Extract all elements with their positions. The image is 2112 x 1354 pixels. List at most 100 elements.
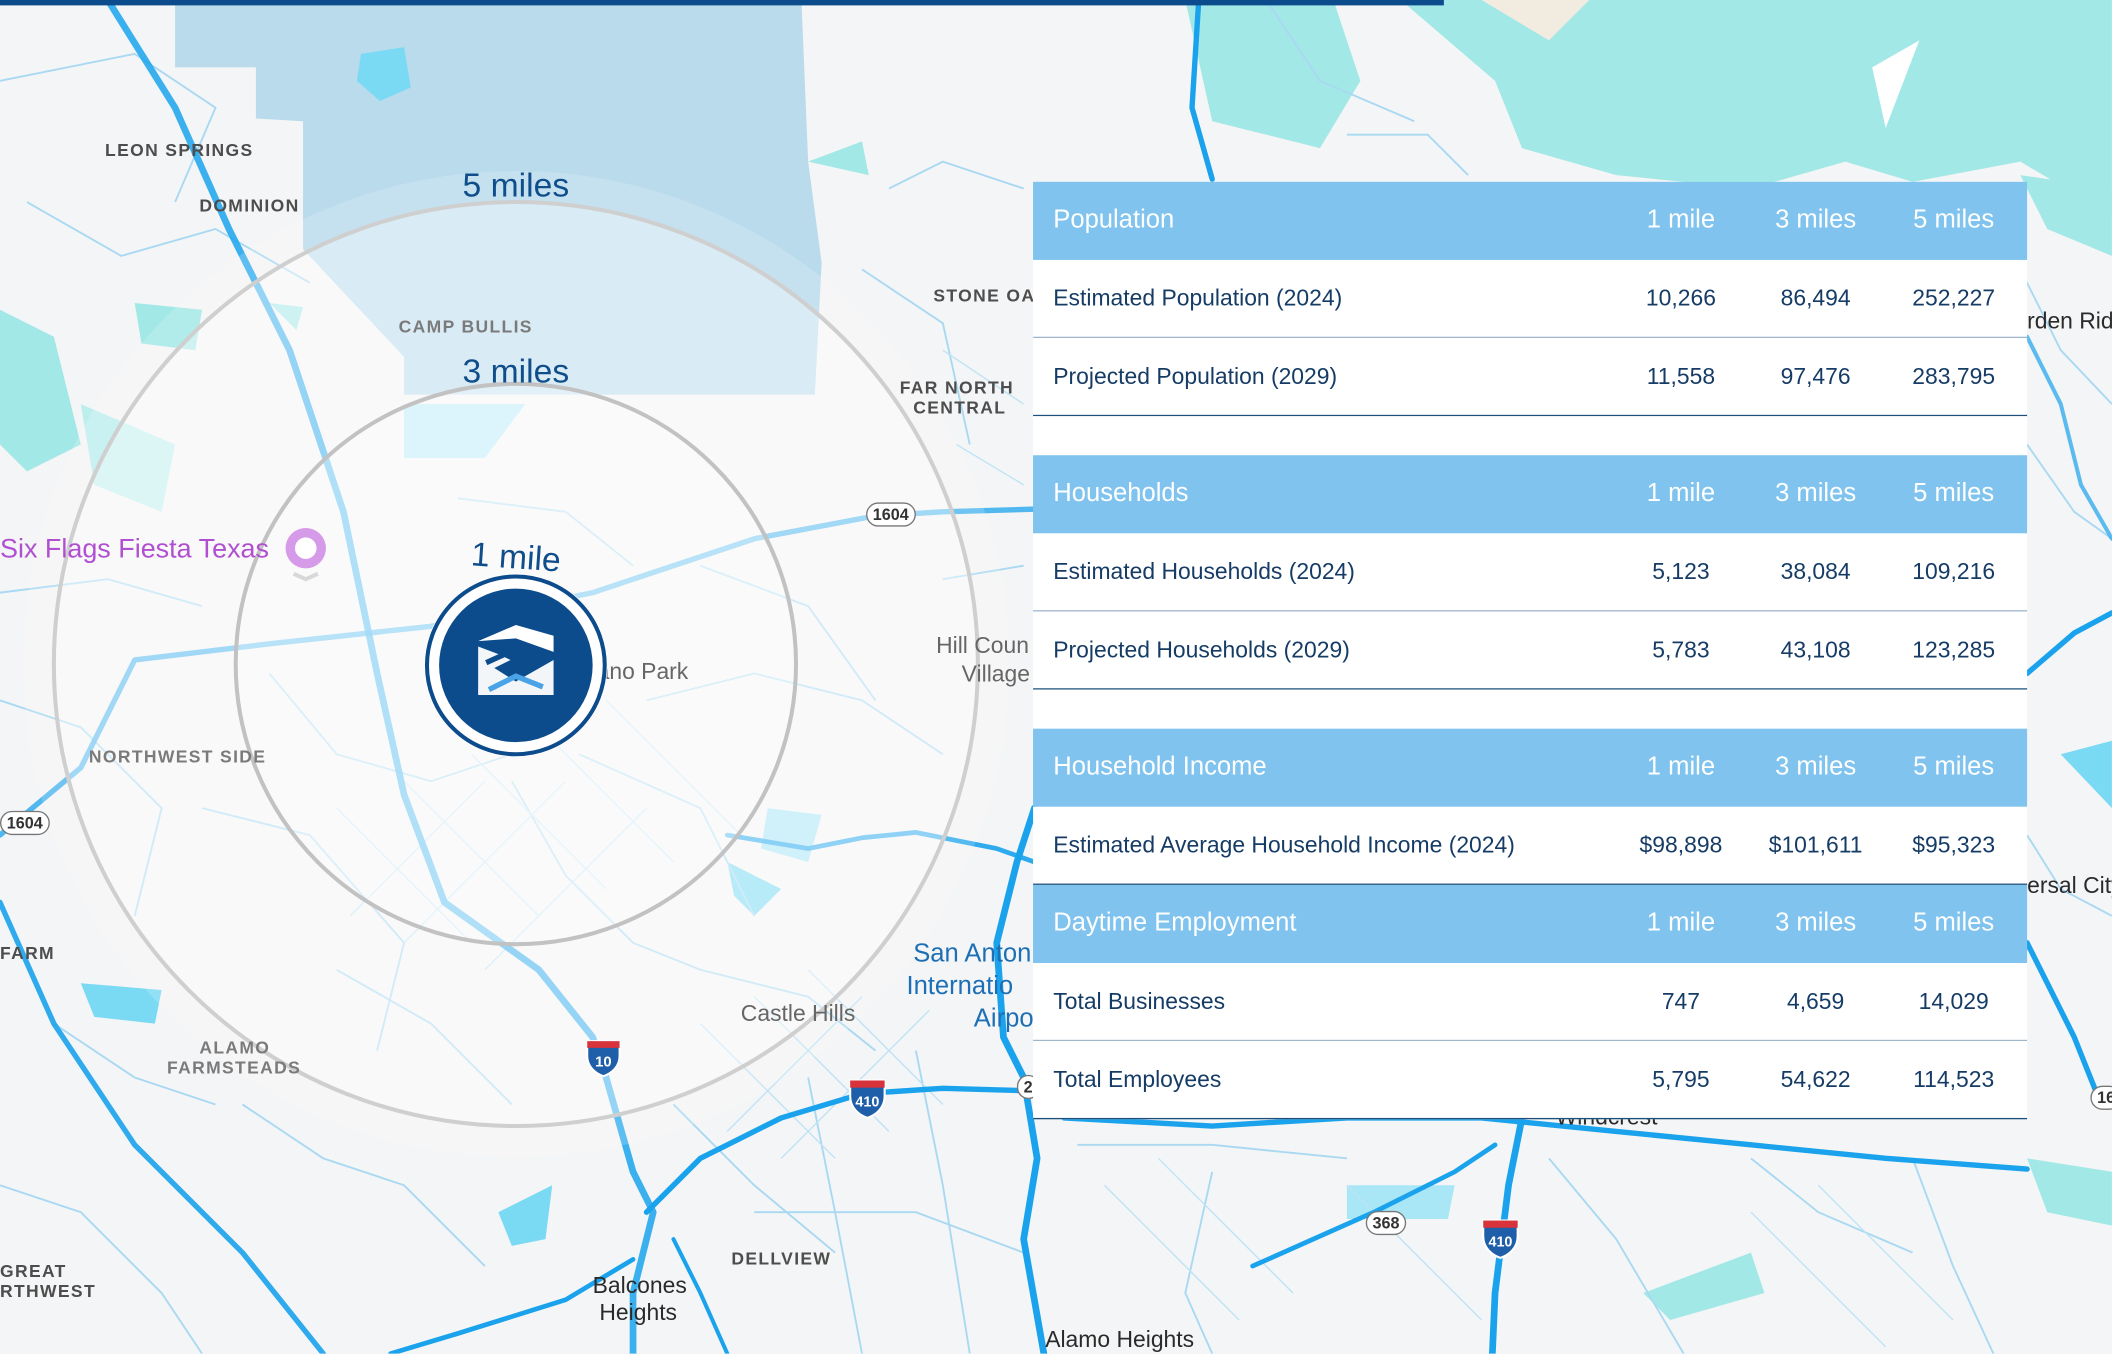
place-label-castle-hills: Castle Hills: [740, 1000, 856, 1027]
cell-3-miles: 86,494: [1780, 284, 1851, 311]
cell-5-miles: 114,523: [1913, 1066, 1995, 1092]
property-marker-icon[interactable]: [422, 571, 611, 760]
table-row: Total Employees 5,795 54,622 114,523: [1033, 1041, 2028, 1120]
section-spacer: [1033, 416, 2028, 456]
map-stage[interactable]: LEON SPRINGS DOMINION CAMP BULLIS STONE …: [0, 0, 2112, 1354]
place-label-universal-city: ersal City: [2027, 872, 2112, 899]
col-header-5-miles: 5 miles: [1913, 479, 1995, 508]
col-header-5-miles: 5 miles: [1913, 909, 1995, 938]
section-header-households: Households 1 mile 3 miles 5 miles: [1033, 455, 2028, 534]
place-label-camp-bullis: CAMP BULLIS: [398, 316, 533, 337]
section-header-household-income: Household Income 1 mile 3 miles 5 miles: [1033, 728, 2028, 807]
place-label-alamo-farmsteads-2: FARMSTEADS: [167, 1057, 302, 1078]
section-spacer: [1033, 689, 2028, 729]
place-label-balcones-1: Balcones: [592, 1272, 687, 1299]
place-label-far-north-central-1: FAR NORTH: [899, 377, 1015, 398]
place-label-hill-country-1: Hill Coun: [936, 633, 1030, 659]
place-label-airport-2: Internatio: [906, 972, 1014, 1001]
interstate-410-east-label: 410: [1488, 1234, 1512, 1250]
place-label-airport-3: Airpo: [973, 1004, 1034, 1034]
table-row: Projected Population (2029) 11,558 97,47…: [1033, 338, 2028, 417]
cell-3-miles: $101,611: [1768, 831, 1863, 858]
table-row: Projected Households (2029) 5,783 43,108…: [1033, 611, 2028, 690]
place-label-balcones-2: Heights: [599, 1299, 678, 1326]
col-header-5-miles: 5 miles: [1913, 752, 1995, 782]
ring-label-5-miles: 5 miles: [462, 167, 570, 205]
place-label-hill-country-2: Village: [961, 661, 1031, 687]
cell-5-miles: 109,216: [1912, 558, 1996, 584]
col-header-3-miles: 3 miles: [1775, 909, 1857, 938]
cell-1-mile: 747: [1661, 987, 1701, 1014]
cell-5-miles: 252,227: [1912, 284, 1996, 311]
col-header-1-mile: 1 mile: [1646, 752, 1716, 782]
row-label: Estimated Households (2024): [1053, 558, 1355, 584]
interstate-shield-10: 10: [586, 1040, 621, 1078]
poi-label-six-flags[interactable]: Six Flags Fiesta Texas: [0, 535, 269, 566]
place-label-alamo-heights: Alamo Heights: [1045, 1326, 1195, 1353]
row-label: Total Businesses: [1053, 987, 1226, 1014]
col-header-1-mile: 1 mile: [1646, 479, 1716, 508]
col-header-3-miles: 3 miles: [1775, 206, 1857, 235]
place-label-farm: FARM: [0, 942, 56, 964]
highway-shield-16: 16: [2090, 1085, 2112, 1110]
section-header-daytime-employment: Daytime Employment 1 mile 3 miles 5 mile…: [1033, 884, 2028, 964]
section-title: Daytime Employment: [1053, 909, 1297, 938]
cell-5-miles: 123,285: [1912, 636, 1996, 663]
cell-1-mile: $98,898: [1639, 831, 1723, 858]
demographics-table: Population 1 mile 3 miles 5 miles Estima…: [1033, 181, 2028, 1120]
section-title: Population: [1053, 206, 1175, 235]
cell-3-miles: 4,659: [1786, 987, 1845, 1014]
row-label: Total Employees: [1053, 1066, 1222, 1092]
ring-label-3-miles: 3 miles: [462, 352, 570, 391]
place-label-great-northwest-2: RTHWEST: [0, 1280, 97, 1302]
section-households: Households 1 mile 3 miles 5 miles Estima…: [1033, 455, 2028, 690]
cell-1-mile: 11,558: [1646, 362, 1716, 389]
highway-shield-368: 368: [1365, 1210, 1407, 1236]
section-household-income: Household Income 1 mile 3 miles 5 miles …: [1033, 728, 2028, 885]
col-header-1-mile: 1 mile: [1646, 909, 1716, 938]
cell-5-miles: 283,795: [1912, 362, 1996, 389]
place-label-garden-ridge: rden Rid: [2027, 308, 2112, 335]
place-label-northwest-side: NORTHWEST SIDE: [88, 746, 267, 767]
section-title: Household Income: [1053, 752, 1267, 782]
place-label-dellview: DELLVIEW: [731, 1248, 832, 1269]
table-row: Estimated Average Household Income (2024…: [1033, 806, 2028, 885]
interstate-shield-410-west: 410: [849, 1079, 886, 1119]
interstate-shield-410-east: 410: [1482, 1219, 1519, 1260]
place-label-stone-oak: STONE OA: [933, 285, 1036, 306]
cell-3-miles: 38,084: [1780, 558, 1851, 584]
place-label-airport-1: San Anton: [913, 940, 1032, 969]
top-accent-bar: [0, 0, 1444, 6]
cell-1-mile: 5,795: [1652, 1066, 1710, 1092]
section-population: Population 1 mile 3 miles 5 miles Estima…: [1033, 181, 2028, 417]
place-label-great-northwest-1: GREAT: [0, 1260, 67, 1281]
section-header-population: Population 1 mile 3 miles 5 miles: [1033, 181, 2028, 260]
cell-1-mile: 10,266: [1645, 284, 1716, 311]
highway-shield-1604-west: 1604: [0, 810, 50, 836]
place-label-far-north-central-2: CENTRAL: [913, 397, 1007, 418]
cell-5-miles: $95,323: [1912, 831, 1996, 858]
place-label-dominion: DOMINION: [199, 195, 300, 216]
row-label: Estimated Average Household Income (2024…: [1053, 831, 1515, 858]
col-header-3-miles: 3 miles: [1775, 479, 1857, 508]
table-row: Estimated Households (2024) 5,123 38,084…: [1033, 533, 2028, 612]
highway-shield-1604-east: 1604: [866, 502, 916, 527]
cell-1-mile: 5,123: [1652, 558, 1710, 584]
interstate-410-west-label: 410: [855, 1094, 879, 1110]
cell-5-miles: 14,029: [1918, 987, 1989, 1014]
section-daytime-employment: Daytime Employment 1 mile 3 miles 5 mile…: [1033, 884, 2028, 1120]
cell-3-miles: 54,622: [1780, 1066, 1851, 1092]
col-header-3-miles: 3 miles: [1775, 752, 1857, 782]
col-header-5-miles: 5 miles: [1913, 206, 1995, 235]
table-row: Total Businesses 747 4,659 14,029: [1033, 963, 2028, 1042]
cell-3-miles: 43,108: [1780, 636, 1851, 663]
table-row: Estimated Population (2024) 10,266 86,49…: [1033, 259, 2028, 339]
place-label-leon-springs: LEON SPRINGS: [105, 140, 254, 161]
cell-3-miles: 97,476: [1780, 362, 1851, 389]
place-label-alamo-farmsteads-1: ALAMO: [199, 1037, 271, 1058]
row-label: Estimated Population (2024): [1053, 284, 1343, 311]
col-header-1-mile: 1 mile: [1646, 206, 1716, 235]
cell-1-mile: 5,783: [1652, 636, 1710, 663]
interstate-10-label: 10: [595, 1055, 611, 1071]
section-title: Households: [1053, 479, 1189, 508]
